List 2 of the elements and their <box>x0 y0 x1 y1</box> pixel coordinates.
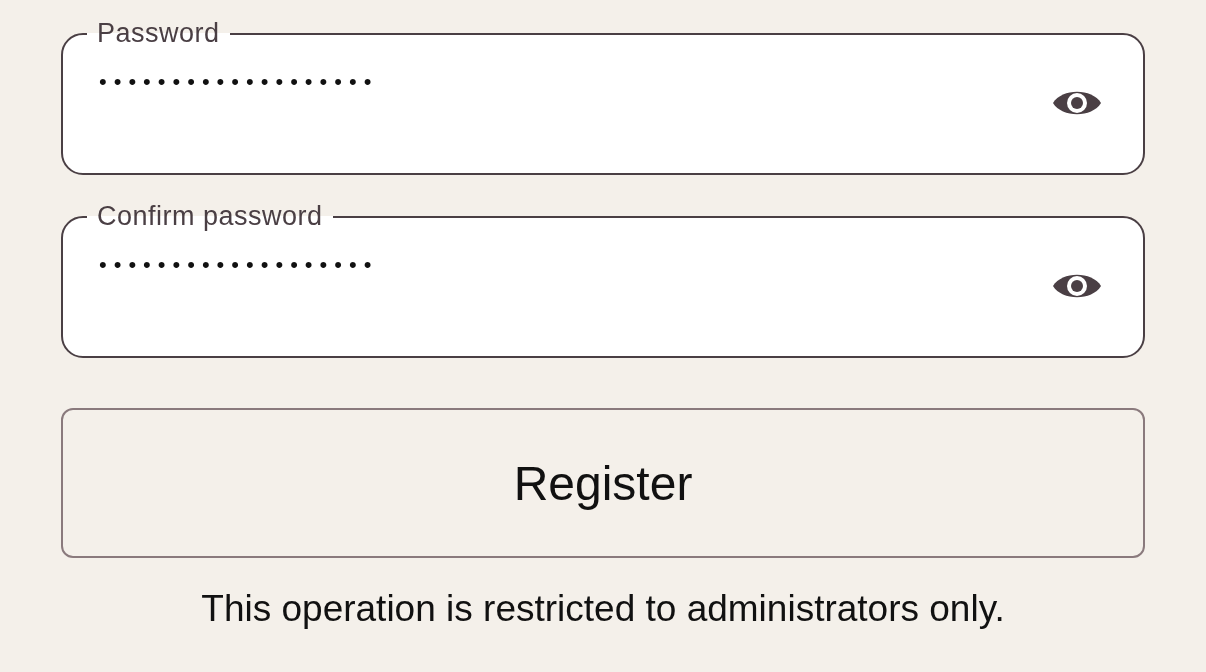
admin-notice: This operation is restricted to administrators only. <box>200 588 1006 630</box>
register-button[interactable]: Register <box>61 408 1145 558</box>
